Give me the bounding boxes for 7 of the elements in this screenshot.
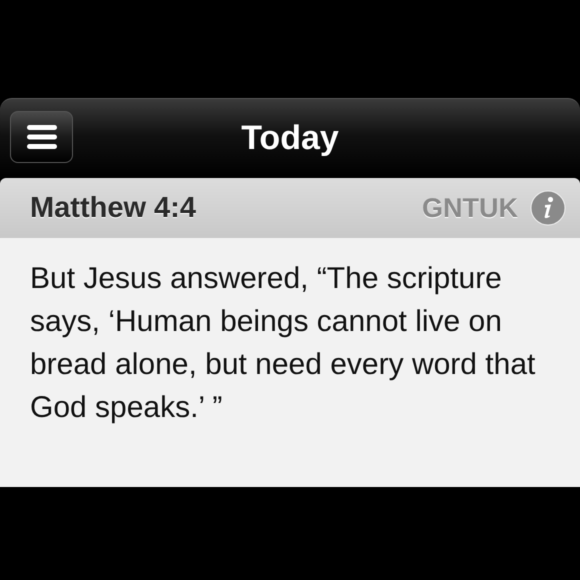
menu-button[interactable] [10,111,73,163]
menu-icon [26,125,56,149]
info-icon[interactable] [530,190,566,226]
translation-label[interactable]: GNTUK [422,192,518,224]
verse-text: But Jesus answered, “The scripture says, ‘Human beings cannot live on bread alone, but need every word that God speaks.’ ” [30,261,536,426]
nav-title: Today [241,119,339,158]
verse-reference: Matthew 4:4 [30,192,196,224]
